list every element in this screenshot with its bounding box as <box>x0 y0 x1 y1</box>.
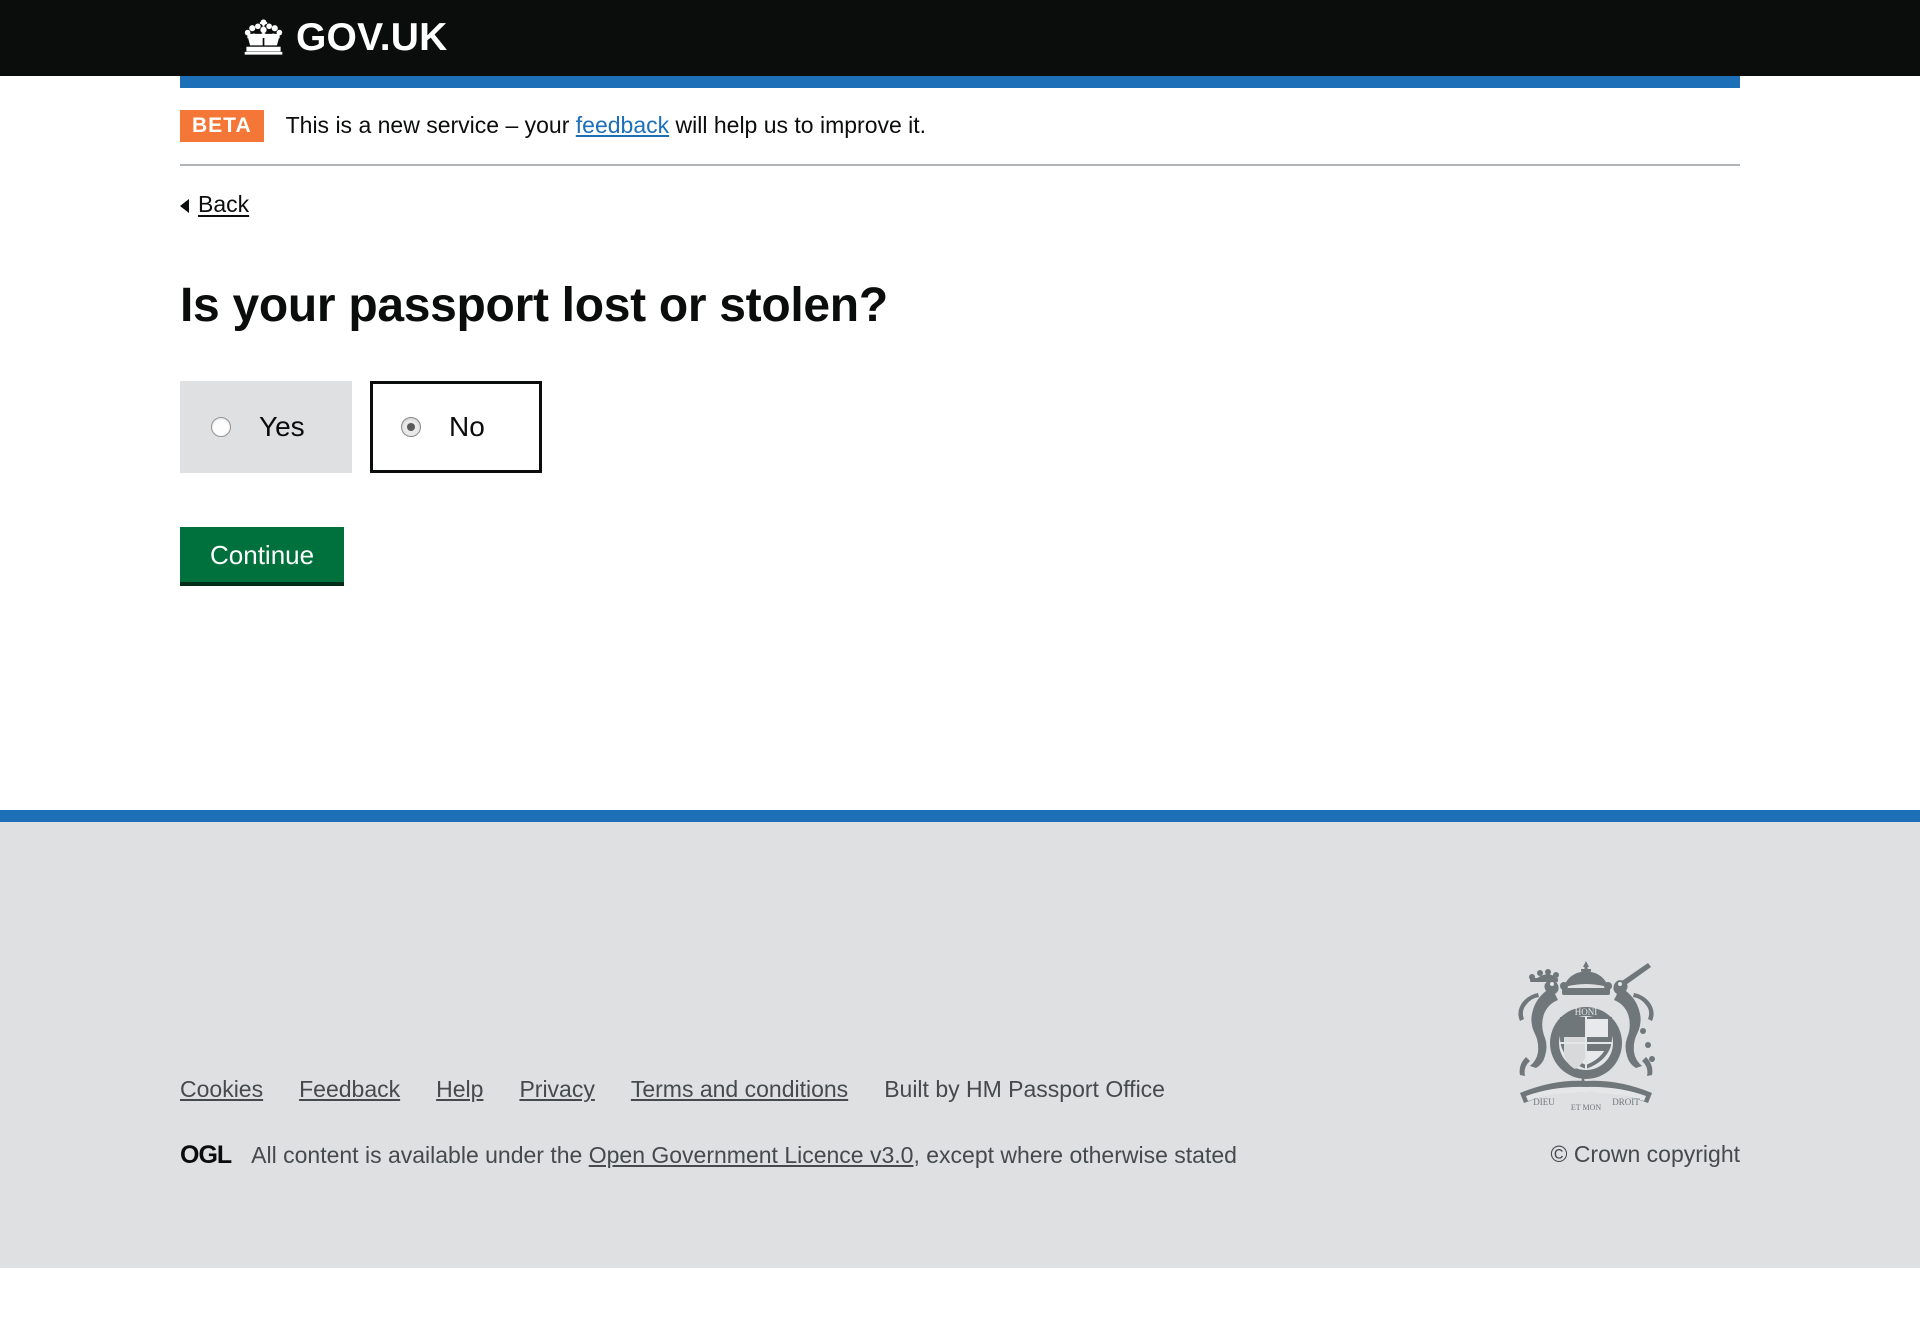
phase-banner: BETA This is a new service – your feedba… <box>180 88 1740 166</box>
govuk-home-link[interactable]: GOV.UK <box>242 18 447 58</box>
footer-link-help[interactable]: Help <box>436 1076 483 1103</box>
ogl-text-before: All content is available under the <box>251 1142 589 1169</box>
radio-option-no[interactable]: No <box>370 380 542 473</box>
footer-inner: HONI DIEU DROIT ET MON Cookies Feedback … <box>180 822 1740 1268</box>
govuk-logotype: GOV.UK <box>296 16 448 59</box>
radio-label-no: No <box>449 410 485 442</box>
back-link-label: Back <box>198 191 250 217</box>
crown-copyright-text: © Crown copyright <box>1550 1141 1740 1168</box>
crown-icon <box>242 18 286 58</box>
chevron-left-icon <box>180 198 189 213</box>
radio-circle-yes[interactable] <box>211 416 231 437</box>
footer-link-terms-and-conditions[interactable]: Terms and conditions <box>631 1076 848 1103</box>
feedback-link[interactable]: feedback <box>576 112 669 138</box>
ogl-logo: OGL <box>180 1141 232 1170</box>
govuk-footer: HONI DIEU DROIT ET MON Cookies Feedback … <box>0 810 1920 1269</box>
svg-text:DROIT: DROIT <box>1612 1097 1640 1107</box>
blue-accent-bar <box>180 76 1740 88</box>
radio-label-yes: Yes <box>259 410 305 442</box>
footer-links: Cookies Feedback Help Privacy Terms and … <box>180 1076 1165 1103</box>
beta-tag: BETA <box>180 110 264 142</box>
footer-built-by-text: Built by HM Passport Office <box>884 1076 1165 1103</box>
back-link[interactable]: Back <box>180 191 249 218</box>
ogl-licence-link[interactable]: Open Government Licence v3.0 <box>589 1142 914 1168</box>
back-link-row: Back <box>180 166 1740 218</box>
footer-link-feedback[interactable]: Feedback <box>299 1076 400 1103</box>
radio-option-yes[interactable]: Yes <box>180 380 352 473</box>
footer-link-privacy[interactable]: Privacy <box>519 1076 594 1103</box>
main-content: Is your passport lost or stolen? Yes No … <box>180 218 1740 810</box>
page-body: BETA This is a new service – your feedba… <box>0 76 1920 811</box>
govuk-header: GOV.UK <box>0 0 1920 76</box>
page-title: Is your passport lost or stolen? <box>180 279 888 332</box>
phase-banner-text: This is a new service – your feedback wi… <box>286 112 926 140</box>
ogl-licence-row: OGL All content is available under the O… <box>180 1141 1237 1170</box>
phase-text-after: will help us to improve it. <box>669 112 927 139</box>
ogl-text-after: , except where otherwise stated <box>913 1142 1237 1169</box>
svg-text:HONI: HONI <box>1575 1007 1598 1017</box>
svg-text:DIEU: DIEU <box>1533 1097 1555 1107</box>
phase-text-before: This is a new service – your <box>285 112 576 139</box>
radio-group-lost-or-stolen: Yes No <box>180 380 1740 473</box>
radio-circle-no[interactable] <box>401 416 421 437</box>
ogl-licence-text: All content is available under the Open … <box>251 1142 1237 1169</box>
continue-button[interactable]: Continue <box>180 526 345 587</box>
svg-text:ET MON: ET MON <box>1571 1103 1602 1112</box>
footer-link-cookies[interactable]: Cookies <box>180 1076 263 1103</box>
